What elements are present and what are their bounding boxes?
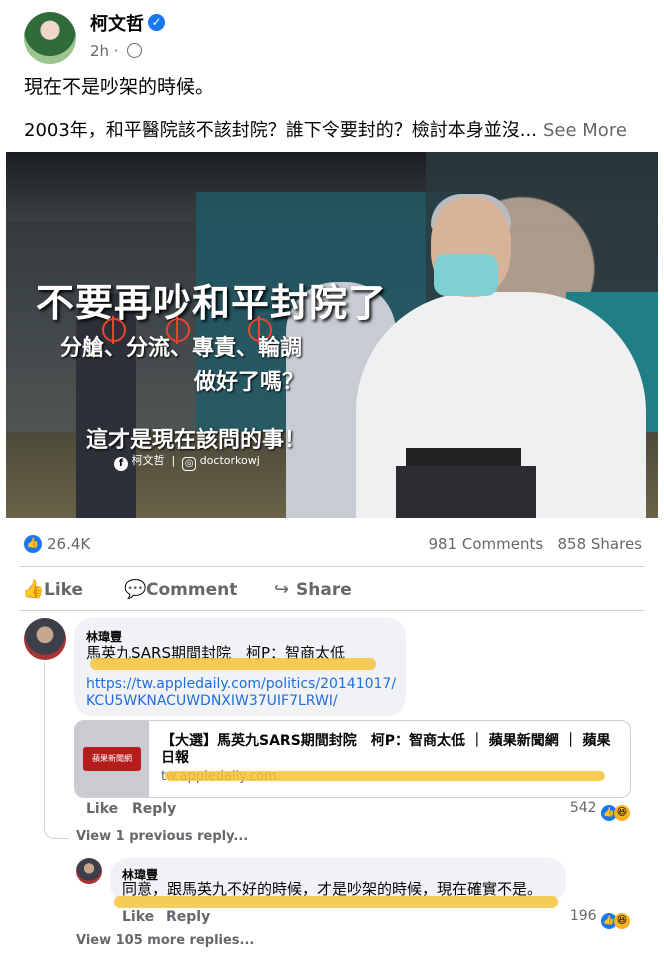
post-counts: 981 Comments 858 Shares: [428, 535, 642, 553]
comment-reactions[interactable]: 542 👍 😆: [570, 800, 630, 821]
verified-badge-icon: ✓: [148, 14, 165, 31]
view-more-replies[interactable]: View 105 more replies...: [76, 933, 254, 948]
reply-reaction-count: 196: [569, 908, 597, 924]
comment-reaction-count: 542: [569, 800, 597, 816]
thumbs-up-icon: 👍: [22, 579, 45, 600]
facebook-icon: f: [114, 457, 128, 471]
image-social-handles: f 柯文哲 | ◎ doctorkowj: [114, 452, 260, 471]
comment-bubble: 林瑋豐 馬英九SARS期間封院 柯P：智商太低 https://tw.apple…: [74, 618, 406, 716]
share-arrow-icon: ↪: [274, 579, 290, 600]
like-button-label: Like: [44, 580, 84, 600]
post-action-bar: 👍Like 💬Comment ↪ Share: [0, 575, 664, 605]
image-belt: [406, 448, 521, 466]
like-button[interactable]: 👍Like: [22, 579, 83, 600]
image-overlay-title: 不要再吵和平封院了: [36, 280, 388, 325]
image-overlay-subtitle1: 分艙、分流、專責、輪調: [60, 335, 303, 361]
reaction-count[interactable]: 26.4K: [47, 535, 90, 553]
like-reaction-icon[interactable]: 👍: [24, 535, 42, 553]
share-button[interactable]: ↪ Share: [274, 579, 352, 600]
see-more-link[interactable]: See More: [543, 120, 627, 141]
link-preview-card[interactable]: 蘋果新聞網 【大選】馬英九SARS期間封院 柯P：智商太低 ｜ 蘋果新聞網 ｜ …: [74, 720, 631, 798]
haha-reaction-icon: 😆: [614, 805, 630, 821]
link-preview-thumbnail: 蘋果新聞網: [75, 721, 149, 797]
image-overlay-subtitle3: 這才是現在該問的事！: [86, 427, 307, 453]
image-fb-name: 柯文哲: [131, 454, 165, 467]
share-button-label: Share: [296, 580, 352, 600]
comment-button[interactable]: 💬Comment: [124, 579, 237, 600]
comment-like-button[interactable]: Like: [86, 801, 118, 817]
post-meta: 2h ·: [90, 42, 143, 60]
image-ig-handle: doctorkowj: [199, 454, 260, 467]
haha-reaction-icon: 😆: [614, 913, 630, 929]
author-name[interactable]: 柯文哲: [90, 10, 144, 36]
speech-bubble-icon: 💬: [124, 579, 147, 600]
post-image[interactable]: 不要再吵和平封院了 分艙、分流、專責、輪調 做好了嗎？ 這才是現在該問的事！ f…: [6, 152, 658, 518]
image-mask: [434, 254, 498, 296]
thread-line: [44, 662, 69, 839]
image-pants: [396, 466, 536, 518]
post-time[interactable]: 2h: [90, 42, 109, 60]
reply-reactions[interactable]: 196 👍 😆: [570, 908, 630, 929]
shares-count[interactable]: 858 Shares: [558, 535, 643, 553]
commenter-avatar[interactable]: [76, 858, 102, 884]
comment-link-line2[interactable]: KCU5WKNACUWDNXIW37UIF7LRWI/: [86, 693, 338, 709]
post-card: 柯文哲 ✓ 2h · 現在不是吵架的時候。 2003年，和平醫院該不該封院？誰下…: [0, 0, 664, 960]
reply-like-button[interactable]: Like: [122, 909, 154, 925]
apple-daily-logo: 蘋果新聞網: [83, 747, 141, 771]
comment-reply-button[interactable]: Reply: [132, 801, 176, 817]
globe-icon: [127, 43, 143, 58]
reply-reply-button[interactable]: Reply: [166, 909, 210, 925]
highlight-mark: [90, 658, 376, 670]
post-text-line2: 2003年，和平醫院該不該封院？誰下令要封的？檢討本身並沒... See More: [24, 116, 627, 142]
author-avatar[interactable]: [24, 12, 76, 64]
reply-bubble: 林瑋豐 同意，跟馬英九不好的時候，才是吵架的時候，現在確實不是。: [110, 858, 566, 908]
divider: [20, 610, 644, 611]
post-text-body: 2003年，和平醫院該不該封院？誰下令要封的？檢討本身並沒...: [24, 120, 537, 141]
post-text-line1: 現在不是吵架的時候。: [24, 76, 215, 98]
highlight-mark: [114, 896, 558, 908]
comment-button-label: Comment: [146, 580, 238, 600]
instagram-icon: ◎: [182, 457, 197, 471]
highlight-mark: [165, 771, 605, 781]
commenter-avatar[interactable]: [24, 618, 66, 660]
link-preview-title: 【大選】馬英九SARS期間封院 柯P：智商太低 ｜ 蘋果新聞網 ｜ 蘋果日報: [161, 733, 611, 766]
comments-count[interactable]: 981 Comments: [428, 535, 543, 553]
divider: [20, 566, 644, 567]
comment-link-line1[interactable]: https://tw.appledaily.com/politics/20141…: [86, 676, 396, 692]
view-previous-replies[interactable]: View 1 previous reply...: [76, 829, 248, 844]
image-overlay-subtitle2: 做好了嗎？: [194, 369, 305, 395]
